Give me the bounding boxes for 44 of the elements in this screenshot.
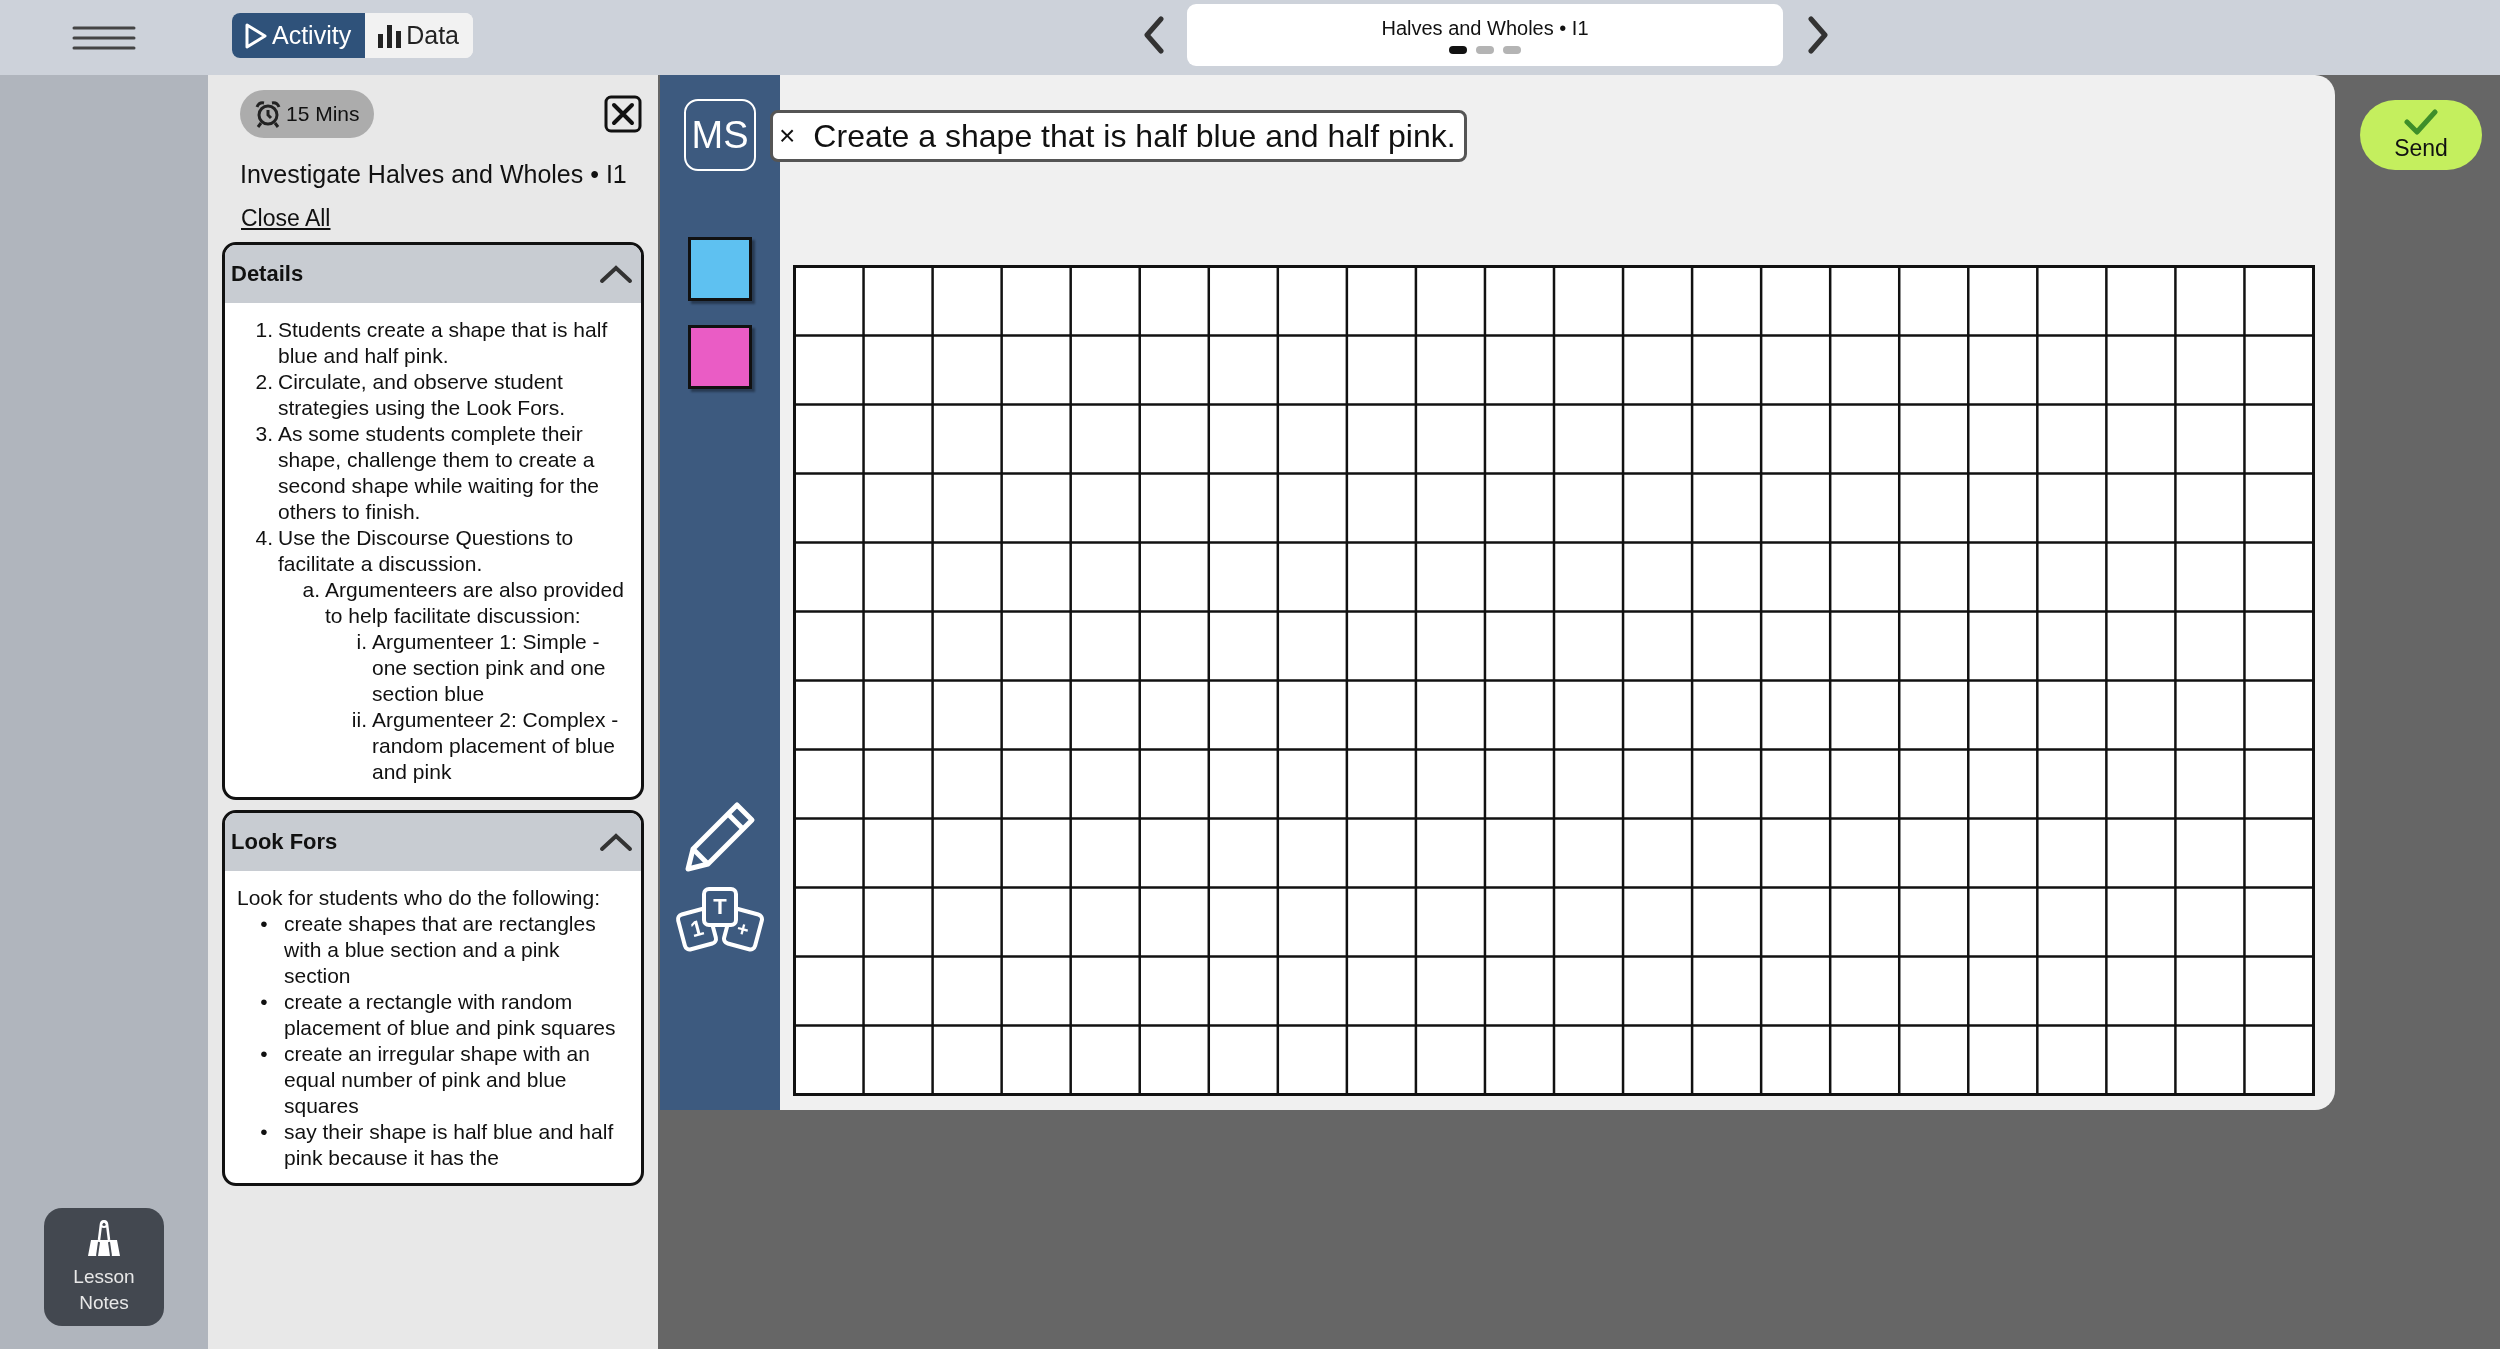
- list-text: say their shape is half blue and half pink because it has the: [284, 1119, 615, 1171]
- section-header[interactable]: Look Fors: [225, 813, 641, 871]
- timer-badge: 15 Mins: [240, 90, 374, 138]
- section-header[interactable]: Details: [225, 245, 641, 303]
- close-all-link[interactable]: Close All: [241, 205, 331, 232]
- square-grid[interactable]: [793, 265, 2315, 1096]
- list-text: Argumenteers are also provided to help facilitate discussion:: [325, 577, 625, 629]
- list-marker: •: [259, 911, 269, 937]
- list-marker: 3.: [254, 421, 273, 447]
- alarm-clock-icon: [254, 100, 282, 128]
- play-icon: [244, 21, 268, 50]
- next-icon[interactable]: [1807, 15, 1829, 54]
- menu-icon[interactable]: [72, 24, 136, 51]
- mode-tab[interactable]: Activity: [232, 13, 366, 58]
- list-marker: 1.: [254, 317, 273, 343]
- list-marker: a.: [301, 577, 320, 603]
- binder-clip-icon: [85, 1218, 123, 1258]
- previous-icon[interactable]: [1143, 15, 1165, 54]
- send-button[interactable]: Send: [2360, 100, 2482, 170]
- close-icon[interactable]: [604, 95, 642, 133]
- lesson-notes-button[interactable]: Lesson Notes: [44, 1208, 164, 1326]
- color-swatch[interactable]: [688, 237, 752, 301]
- checkmark-icon: [2404, 108, 2438, 135]
- prompt-text: Create a shape that is half blue and half pink.: [813, 117, 1456, 155]
- list-text: As some students complete their shape, challenge them to create a second shape while waiting for the others to finish.: [278, 421, 601, 525]
- intro-text: Look for students who do the following:: [237, 885, 602, 911]
- list-marker: 2.: [254, 369, 273, 395]
- activity-title: Investigate Halves and Wholes • I1: [240, 160, 628, 189]
- list-marker: •: [259, 989, 269, 1015]
- close-button[interactable]: ×: [779, 120, 796, 152]
- color-swatch[interactable]: [688, 325, 752, 389]
- list-marker: •: [259, 1119, 269, 1145]
- list-text: Use the Discourse Questions to facilitate a discussion.: [278, 525, 575, 577]
- list-text: Circulate, and observe student strategies using the Look Fors.: [278, 369, 567, 421]
- list-marker: ii.: [350, 707, 367, 733]
- list-marker: i.: [355, 629, 367, 655]
- chevron-icon[interactable]: [599, 264, 633, 284]
- list-marker: 4.: [254, 525, 273, 551]
- list-text: Students create a shape that is half blue and half pink.: [278, 317, 609, 369]
- lesson-title: Halves and Wholes • I1: [1381, 16, 1589, 40]
- avatar-badge[interactable]: MS: [684, 99, 756, 171]
- list-marker: •: [259, 1041, 269, 1067]
- chevron-icon[interactable]: [599, 832, 633, 852]
- list-text: Argumenteer 2: Complex - random placement of blue and pink: [372, 707, 620, 785]
